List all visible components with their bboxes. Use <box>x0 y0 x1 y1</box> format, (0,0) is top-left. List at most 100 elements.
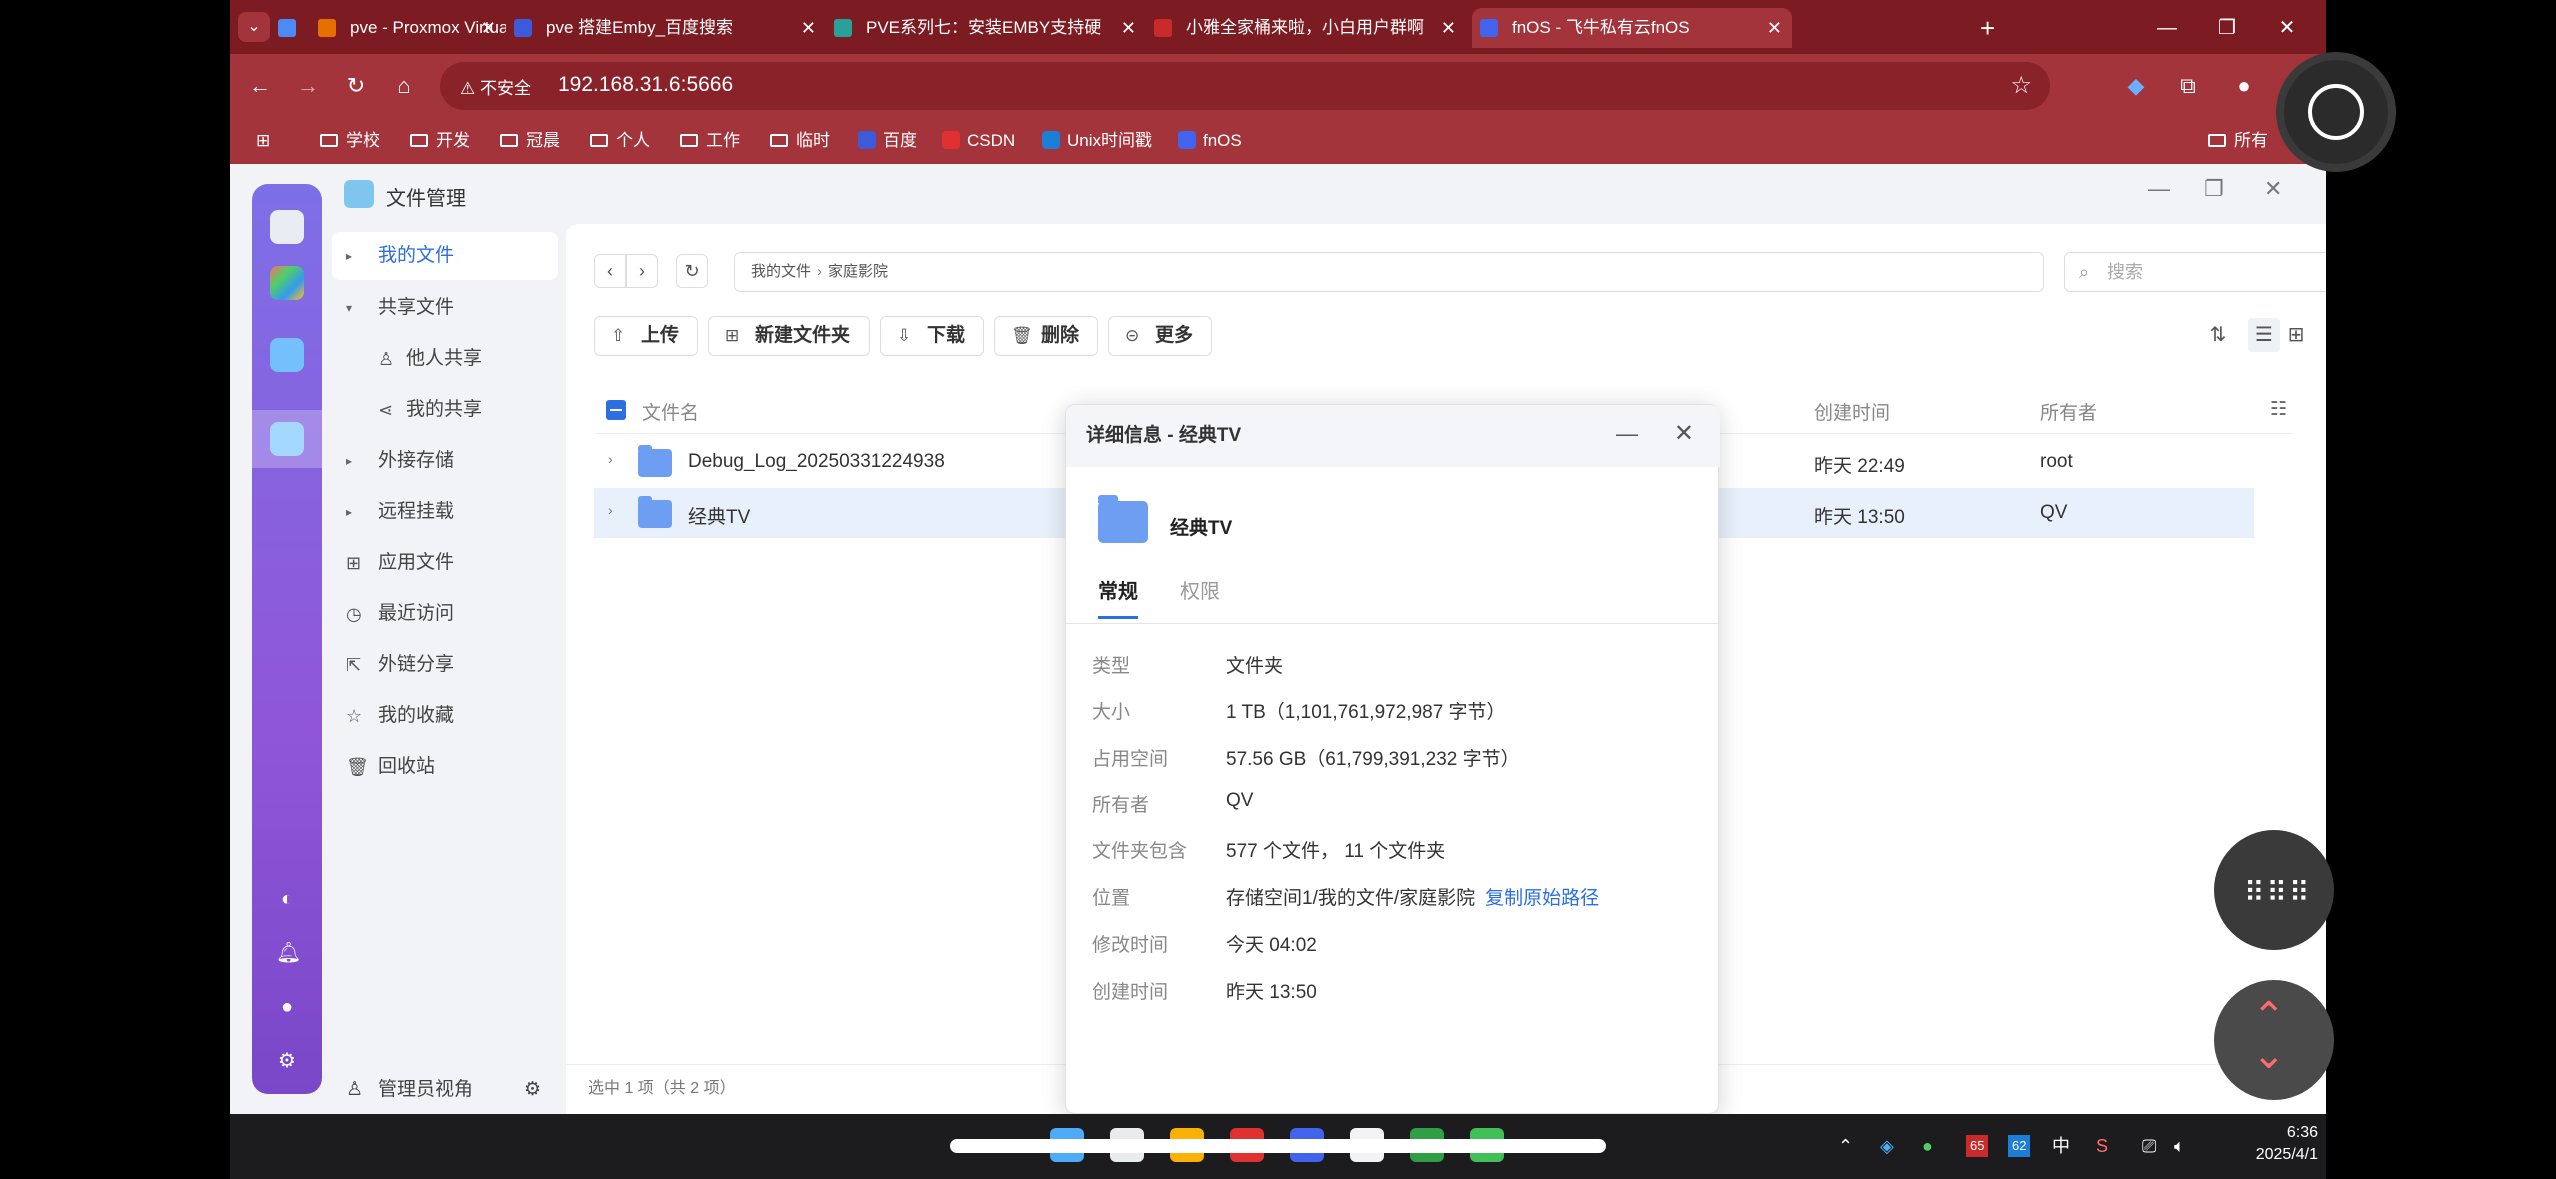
sidebar-item-others-share[interactable]: ♙ 他人共享 <box>332 335 558 383</box>
close-icon[interactable]: ✕ <box>1441 8 1456 48</box>
ime-indicator[interactable]: 中 <box>2052 1132 2070 1160</box>
breadcrumb[interactable]: 我的文件 › 家庭影院 <box>734 252 2044 292</box>
sidebar-item-favorites[interactable]: ☆ 我的收藏 <box>332 692 558 740</box>
column-name[interactable]: 文件名 <box>642 398 699 425</box>
home-button[interactable]: ⌂ <box>386 68 422 104</box>
chevron-right-icon[interactable]: › <box>608 451 613 467</box>
bookmark-folder[interactable]: 个人 <box>590 118 650 164</box>
search-input[interactable]: ⌕ 搜索 <box>2064 252 2326 292</box>
gesture-bar[interactable] <box>950 1139 1606 1153</box>
sidebar-item-remote-mount[interactable]: ▸ 远程挂载 <box>332 488 558 536</box>
upload-button[interactable]: ⇧ 上传 <box>594 316 698 356</box>
bookmark-folder[interactable]: 临时 <box>770 118 830 164</box>
tab-permissions[interactable]: 权限 <box>1180 575 1220 619</box>
clock[interactable]: 6:36 2025/4/1 <box>2228 1122 2318 1166</box>
sidebar-item-my-share[interactable]: ⋖ 我的共享 <box>332 386 558 434</box>
bookmark-folder[interactable]: 工作 <box>680 118 740 164</box>
bookmark-folder[interactable]: 冠晨 <box>500 118 560 164</box>
column-owner[interactable]: 所有者 <box>2040 398 2097 425</box>
sort-icon[interactable]: ⇅ <box>2202 318 2234 352</box>
more-button[interactable]: ⊝ 更多 <box>1108 316 1212 356</box>
gem-icon[interactable]: ◆ <box>2118 68 2154 104</box>
tab-general[interactable]: 常规 <box>1098 575 1138 619</box>
assistive-touch-button[interactable] <box>2276 52 2396 172</box>
reload-button[interactable]: ↻ <box>338 68 374 104</box>
chevron-up-icon[interactable]: ⌃ <box>1838 1132 1853 1160</box>
gear-icon[interactable]: ⚙ <box>524 1066 541 1114</box>
gear-icon[interactable]: ⚙ <box>276 1050 298 1072</box>
list-view-icon[interactable]: ☰ <box>2248 318 2280 352</box>
close-icon[interactable]: ✕ <box>1121 8 1136 48</box>
bookmark-folder[interactable]: 学校 <box>320 118 380 164</box>
file-manager-icon[interactable] <box>270 422 304 456</box>
close-icon[interactable]: ✕ <box>2264 176 2282 202</box>
sidebar-item-external-storage[interactable]: ▸ 外接存储 <box>332 437 558 485</box>
minimize-icon[interactable]: — <box>1616 421 1638 447</box>
back-button[interactable]: ← <box>242 68 278 104</box>
maximize-icon[interactable]: ❐ <box>2204 176 2224 202</box>
grid-view-icon[interactable]: ⊞ <box>2280 318 2312 352</box>
app-center-icon[interactable] <box>270 266 304 300</box>
close-icon[interactable]: ✕ <box>801 8 816 48</box>
pinned-tab[interactable] <box>270 8 304 48</box>
bookmark-all[interactable]: 所有 <box>2208 118 2268 164</box>
security-warning[interactable]: ⚠ 不安全 <box>460 74 531 99</box>
column-created[interactable]: 创建时间 <box>1814 398 1890 425</box>
bell-icon[interactable]: 🔔︎ <box>276 942 301 964</box>
sidebar-item-link-share[interactable]: ⇱ 外链分享 <box>332 641 558 689</box>
breadcrumb-item[interactable]: 我的文件 <box>751 263 811 280</box>
shield-icon[interactable]: ◈ <box>1880 1132 1894 1160</box>
network-icon[interactable]: ⎚ <box>2142 1132 2156 1160</box>
extensions-icon[interactable]: ⧉ <box>2170 68 2206 104</box>
volume-icon[interactable]: 🔈︎ <box>2174 1132 2185 1160</box>
tab-fnos[interactable]: fnOS - 飞牛私有云fnOS ✕ <box>1472 8 1792 48</box>
bookmark-fnos[interactable]: fnOS <box>1178 118 1242 164</box>
badge-62[interactable]: 62 <box>2008 1135 2031 1157</box>
keyboard-button[interactable]: ⠿⠿⠿ <box>2214 830 2334 950</box>
minimize-icon[interactable]: — <box>2148 176 2170 202</box>
tab-xiaoya[interactable]: 小雅全家桶来啦，小白用户群啊 ✕ <box>1146 8 1466 48</box>
restore-button[interactable]: ❐ <box>2207 8 2247 48</box>
files-icon[interactable] <box>270 338 304 372</box>
admin-view-toggle[interactable]: ♙ 管理员视角 ⚙ <box>332 1066 558 1114</box>
bookmark-csdn[interactable]: CSDN <box>942 118 1015 164</box>
scroll-button[interactable]: ⌃ ⌄ <box>2214 980 2334 1100</box>
wechat-icon[interactable]: ● <box>1922 1132 1933 1160</box>
bookmark-unix[interactable]: Unix时间戳 <box>1042 118 1152 164</box>
user-icon[interactable]: ● <box>276 996 298 1018</box>
new-tab-button[interactable]: + <box>1980 8 1995 48</box>
download-button[interactable]: ⇩ 下载 <box>880 316 984 356</box>
delete-button[interactable]: 🗑︎ 删除 <box>994 316 1098 356</box>
tab-search-button[interactable]: ⌄ <box>238 12 270 42</box>
refresh-icon[interactable]: ↻ <box>676 254 708 288</box>
sidebar-item-my-files[interactable]: ▸ 我的文件 <box>332 232 558 280</box>
help-icon[interactable]: ◐ <box>276 888 298 910</box>
close-icon[interactable]: ✕ <box>481 8 496 48</box>
close-window-button[interactable]: ✕ <box>2267 8 2307 48</box>
tab-pve-series[interactable]: PVE系列七：安装EMBY支持硬 ✕ <box>826 8 1146 48</box>
bookmark-baidu[interactable]: 百度 <box>858 118 917 164</box>
close-icon[interactable]: ✕ <box>1674 419 1694 448</box>
sidebar-item-app-files[interactable]: ⊞ 应用文件 <box>332 539 558 587</box>
star-icon[interactable]: ☆ <box>2010 71 2032 100</box>
forward-button[interactable]: → <box>290 68 326 104</box>
copy-path-link[interactable]: 复制原始路径 <box>1485 888 1599 909</box>
avatar[interactable]: ● <box>2226 68 2262 104</box>
tab-baidu[interactable]: pve 搭建Emby_百度搜索 ✕ <box>506 8 826 48</box>
minimize-button[interactable]: — <box>2147 8 2187 48</box>
monitor-icon[interactable] <box>270 210 304 244</box>
badge-65[interactable]: 65 <box>1966 1135 1989 1157</box>
url-text[interactable]: 192.168.31.6:5666 <box>558 73 733 97</box>
apps-icon[interactable]: ⊞ <box>256 118 270 164</box>
sidebar-item-recent[interactable]: ◷ 最近访问 <box>332 590 558 638</box>
omnibox[interactable]: ⚠ 不安全 192.168.31.6:5666 ☆ <box>440 62 2050 110</box>
sidebar-item-recycle[interactable]: 🗑︎ 回收站 <box>332 743 558 791</box>
close-icon[interactable]: ✕ <box>1767 8 1782 48</box>
column-settings-icon[interactable]: ☷ <box>2270 398 2287 421</box>
forward-icon[interactable]: › <box>626 254 658 288</box>
select-all-checkbox[interactable] <box>606 400 626 420</box>
sidebar-item-shared-files[interactable]: ▾ 共享文件 <box>332 284 558 332</box>
new-folder-button[interactable]: ⊞ 新建文件夹 <box>708 316 870 356</box>
breadcrumb-item[interactable]: 家庭影院 <box>828 263 888 280</box>
app-tray-icon[interactable]: S <box>2096 1132 2108 1160</box>
